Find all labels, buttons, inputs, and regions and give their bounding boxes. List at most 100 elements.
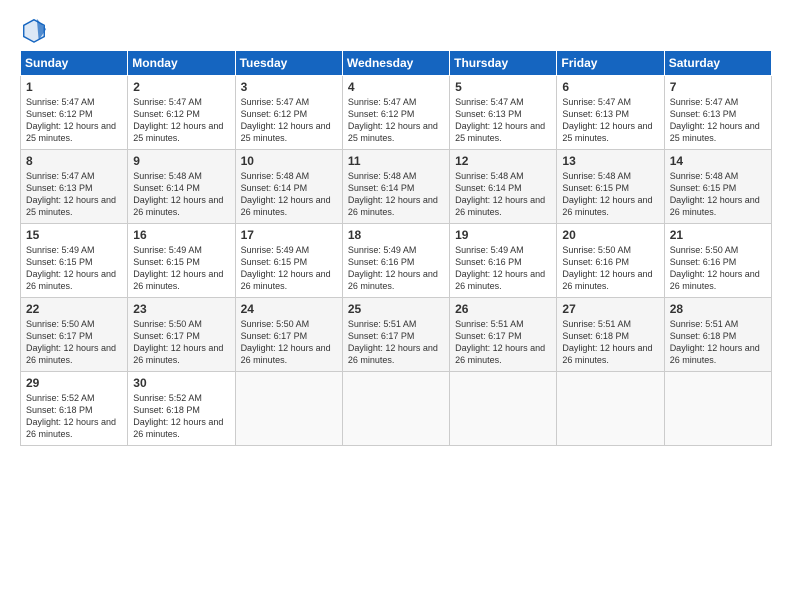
day-number: 3 (241, 80, 337, 94)
calendar-cell: 28 Sunrise: 5:51 AMSunset: 6:18 PMDaylig… (664, 298, 771, 372)
day-number: 4 (348, 80, 444, 94)
cell-text: Sunrise: 5:47 AMSunset: 6:13 PMDaylight:… (26, 171, 116, 217)
weekday-header: Monday (128, 51, 235, 76)
cell-text: Sunrise: 5:48 AMSunset: 6:15 PMDaylight:… (562, 171, 652, 217)
calendar-cell: 2 Sunrise: 5:47 AMSunset: 6:12 PMDayligh… (128, 76, 235, 150)
calendar-cell (450, 372, 557, 446)
calendar-cell: 12 Sunrise: 5:48 AMSunset: 6:14 PMDaylig… (450, 150, 557, 224)
cell-text: Sunrise: 5:47 AMSunset: 6:13 PMDaylight:… (562, 97, 652, 143)
calendar-cell: 1 Sunrise: 5:47 AMSunset: 6:12 PMDayligh… (21, 76, 128, 150)
cell-text: Sunrise: 5:52 AMSunset: 6:18 PMDaylight:… (133, 393, 223, 439)
cell-text: Sunrise: 5:50 AMSunset: 6:17 PMDaylight:… (241, 319, 331, 365)
cell-text: Sunrise: 5:51 AMSunset: 6:18 PMDaylight:… (562, 319, 652, 365)
day-number: 13 (562, 154, 658, 168)
calendar-cell: 3 Sunrise: 5:47 AMSunset: 6:12 PMDayligh… (235, 76, 342, 150)
cell-text: Sunrise: 5:47 AMSunset: 6:12 PMDaylight:… (241, 97, 331, 143)
cell-text: Sunrise: 5:49 AMSunset: 6:15 PMDaylight:… (26, 245, 116, 291)
cell-text: Sunrise: 5:47 AMSunset: 6:13 PMDaylight:… (455, 97, 545, 143)
calendar-week-row: 8 Sunrise: 5:47 AMSunset: 6:13 PMDayligh… (21, 150, 772, 224)
day-number: 23 (133, 302, 229, 316)
calendar-table: SundayMondayTuesdayWednesdayThursdayFrid… (20, 50, 772, 446)
day-number: 18 (348, 228, 444, 242)
day-number: 27 (562, 302, 658, 316)
day-number: 28 (670, 302, 766, 316)
day-number: 2 (133, 80, 229, 94)
cell-text: Sunrise: 5:52 AMSunset: 6:18 PMDaylight:… (26, 393, 116, 439)
calendar-cell: 22 Sunrise: 5:50 AMSunset: 6:17 PMDaylig… (21, 298, 128, 372)
weekday-header: Sunday (21, 51, 128, 76)
calendar-cell (664, 372, 771, 446)
cell-text: Sunrise: 5:50 AMSunset: 6:17 PMDaylight:… (133, 319, 223, 365)
day-number: 6 (562, 80, 658, 94)
calendar-cell: 29 Sunrise: 5:52 AMSunset: 6:18 PMDaylig… (21, 372, 128, 446)
cell-text: Sunrise: 5:47 AMSunset: 6:12 PMDaylight:… (26, 97, 116, 143)
calendar-cell: 10 Sunrise: 5:48 AMSunset: 6:14 PMDaylig… (235, 150, 342, 224)
day-number: 11 (348, 154, 444, 168)
logo-icon (20, 16, 48, 44)
header (20, 16, 772, 44)
day-number: 30 (133, 376, 229, 390)
calendar-cell: 5 Sunrise: 5:47 AMSunset: 6:13 PMDayligh… (450, 76, 557, 150)
page: SundayMondayTuesdayWednesdayThursdayFrid… (0, 0, 792, 612)
weekday-header-row: SundayMondayTuesdayWednesdayThursdayFrid… (21, 51, 772, 76)
day-number: 20 (562, 228, 658, 242)
day-number: 10 (241, 154, 337, 168)
logo (20, 16, 52, 44)
day-number: 15 (26, 228, 122, 242)
calendar-cell: 17 Sunrise: 5:49 AMSunset: 6:15 PMDaylig… (235, 224, 342, 298)
calendar-cell: 26 Sunrise: 5:51 AMSunset: 6:17 PMDaylig… (450, 298, 557, 372)
cell-text: Sunrise: 5:47 AMSunset: 6:12 PMDaylight:… (133, 97, 223, 143)
cell-text: Sunrise: 5:50 AMSunset: 6:16 PMDaylight:… (562, 245, 652, 291)
day-number: 12 (455, 154, 551, 168)
calendar-cell: 6 Sunrise: 5:47 AMSunset: 6:13 PMDayligh… (557, 76, 664, 150)
calendar-cell: 11 Sunrise: 5:48 AMSunset: 6:14 PMDaylig… (342, 150, 449, 224)
calendar-week-row: 15 Sunrise: 5:49 AMSunset: 6:15 PMDaylig… (21, 224, 772, 298)
calendar-cell: 7 Sunrise: 5:47 AMSunset: 6:13 PMDayligh… (664, 76, 771, 150)
weekday-header: Wednesday (342, 51, 449, 76)
calendar-cell: 27 Sunrise: 5:51 AMSunset: 6:18 PMDaylig… (557, 298, 664, 372)
day-number: 24 (241, 302, 337, 316)
calendar-cell: 8 Sunrise: 5:47 AMSunset: 6:13 PMDayligh… (21, 150, 128, 224)
weekday-header: Thursday (450, 51, 557, 76)
cell-text: Sunrise: 5:50 AMSunset: 6:16 PMDaylight:… (670, 245, 760, 291)
cell-text: Sunrise: 5:49 AMSunset: 6:16 PMDaylight:… (455, 245, 545, 291)
cell-text: Sunrise: 5:51 AMSunset: 6:17 PMDaylight:… (455, 319, 545, 365)
weekday-header: Tuesday (235, 51, 342, 76)
calendar-cell: 20 Sunrise: 5:50 AMSunset: 6:16 PMDaylig… (557, 224, 664, 298)
calendar-week-row: 29 Sunrise: 5:52 AMSunset: 6:18 PMDaylig… (21, 372, 772, 446)
day-number: 25 (348, 302, 444, 316)
calendar-cell: 18 Sunrise: 5:49 AMSunset: 6:16 PMDaylig… (342, 224, 449, 298)
day-number: 7 (670, 80, 766, 94)
calendar-cell (235, 372, 342, 446)
calendar-cell: 15 Sunrise: 5:49 AMSunset: 6:15 PMDaylig… (21, 224, 128, 298)
calendar-cell: 4 Sunrise: 5:47 AMSunset: 6:12 PMDayligh… (342, 76, 449, 150)
day-number: 26 (455, 302, 551, 316)
calendar-cell: 13 Sunrise: 5:48 AMSunset: 6:15 PMDaylig… (557, 150, 664, 224)
calendar-cell: 25 Sunrise: 5:51 AMSunset: 6:17 PMDaylig… (342, 298, 449, 372)
calendar-cell (342, 372, 449, 446)
cell-text: Sunrise: 5:48 AMSunset: 6:15 PMDaylight:… (670, 171, 760, 217)
calendar-cell: 19 Sunrise: 5:49 AMSunset: 6:16 PMDaylig… (450, 224, 557, 298)
cell-text: Sunrise: 5:48 AMSunset: 6:14 PMDaylight:… (133, 171, 223, 217)
calendar-cell: 9 Sunrise: 5:48 AMSunset: 6:14 PMDayligh… (128, 150, 235, 224)
calendar-cell: 16 Sunrise: 5:49 AMSunset: 6:15 PMDaylig… (128, 224, 235, 298)
calendar-week-row: 1 Sunrise: 5:47 AMSunset: 6:12 PMDayligh… (21, 76, 772, 150)
calendar-cell (557, 372, 664, 446)
weekday-header: Friday (557, 51, 664, 76)
day-number: 21 (670, 228, 766, 242)
day-number: 8 (26, 154, 122, 168)
calendar-cell: 14 Sunrise: 5:48 AMSunset: 6:15 PMDaylig… (664, 150, 771, 224)
day-number: 22 (26, 302, 122, 316)
cell-text: Sunrise: 5:48 AMSunset: 6:14 PMDaylight:… (241, 171, 331, 217)
cell-text: Sunrise: 5:50 AMSunset: 6:17 PMDaylight:… (26, 319, 116, 365)
day-number: 1 (26, 80, 122, 94)
calendar-cell: 23 Sunrise: 5:50 AMSunset: 6:17 PMDaylig… (128, 298, 235, 372)
cell-text: Sunrise: 5:49 AMSunset: 6:16 PMDaylight:… (348, 245, 438, 291)
cell-text: Sunrise: 5:49 AMSunset: 6:15 PMDaylight:… (241, 245, 331, 291)
calendar-cell: 21 Sunrise: 5:50 AMSunset: 6:16 PMDaylig… (664, 224, 771, 298)
cell-text: Sunrise: 5:47 AMSunset: 6:13 PMDaylight:… (670, 97, 760, 143)
day-number: 19 (455, 228, 551, 242)
day-number: 5 (455, 80, 551, 94)
cell-text: Sunrise: 5:51 AMSunset: 6:18 PMDaylight:… (670, 319, 760, 365)
day-number: 16 (133, 228, 229, 242)
